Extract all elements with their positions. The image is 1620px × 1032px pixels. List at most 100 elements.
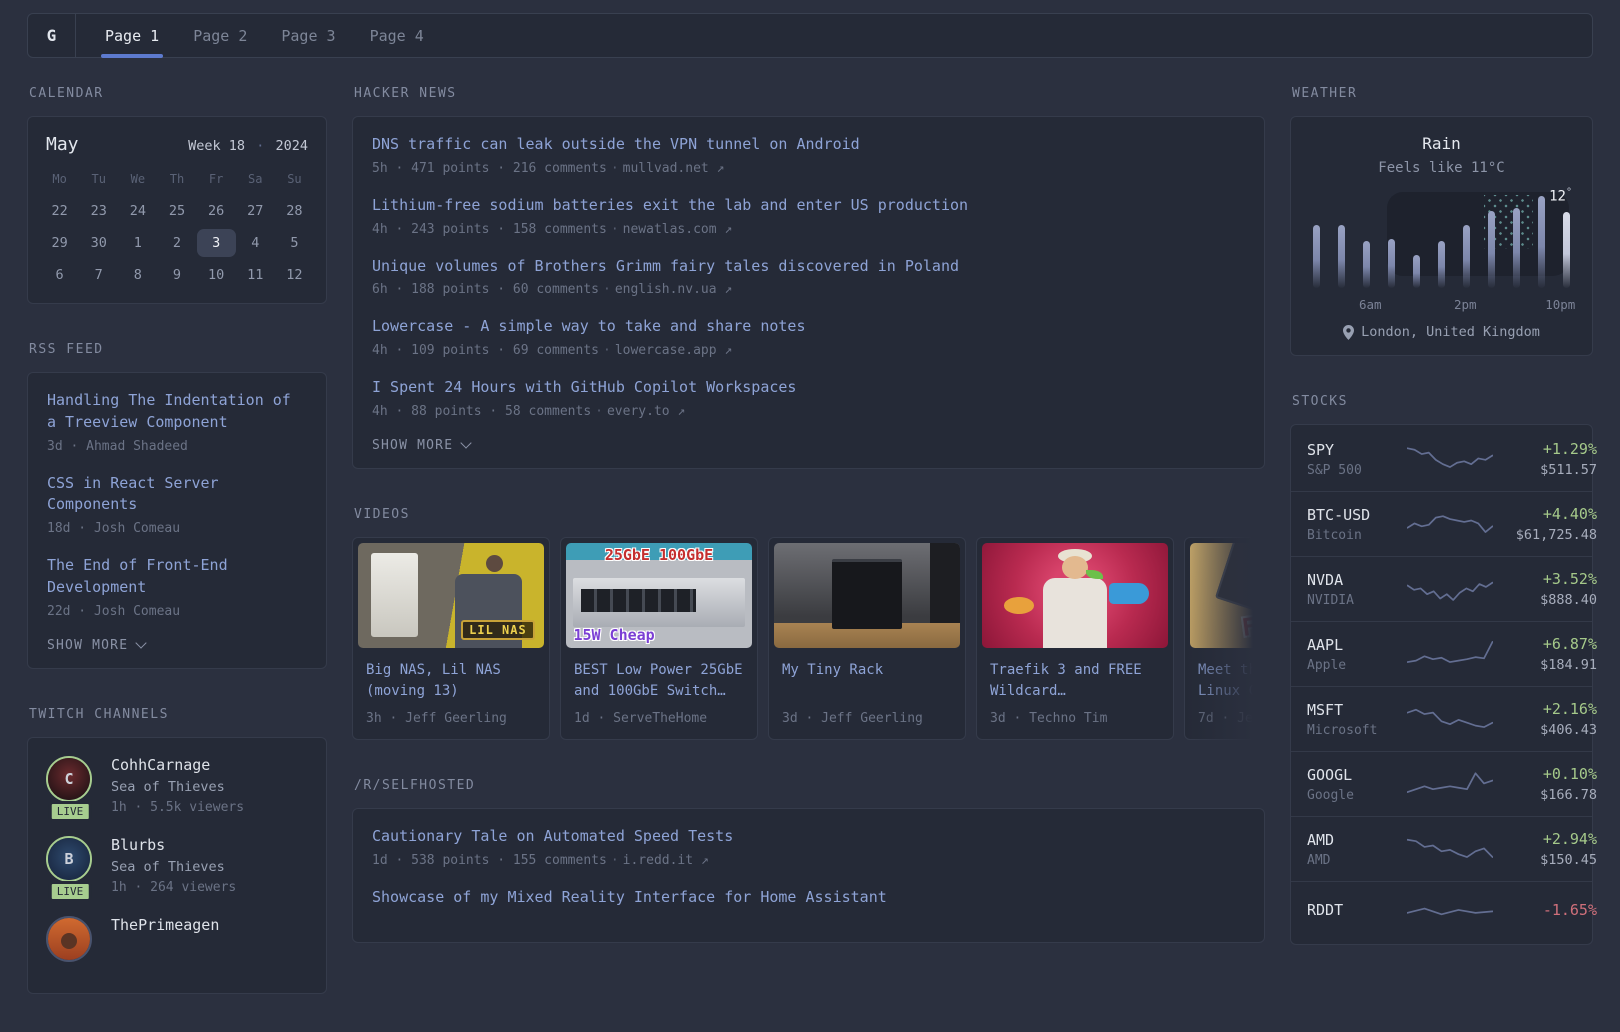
weather-bar <box>1488 210 1495 288</box>
twitch-viewers: 1h · 264 viewers <box>111 879 237 895</box>
hn-item-title[interactable]: DNS traffic can leak outside the VPN tun… <box>372 134 1245 156</box>
video-thumbnail[interactable]: LIL NAS <box>358 542 544 648</box>
hn-item-source-link[interactable]: newatlas.com ↗ <box>623 222 733 237</box>
hn-item-source-link[interactable]: mullvad.net ↗ <box>623 161 725 176</box>
hn-item-title[interactable]: Unique volumes of Brothers Grimm fairy t… <box>372 256 1245 278</box>
rss-item-title[interactable]: Handling The Indentation of a Treeview C… <box>47 390 307 434</box>
thumbnail-art <box>831 558 903 629</box>
stock-row[interactable]: AAPL Apple +6.87% $184.91 <box>1291 621 1597 686</box>
hn-item-source-link[interactable]: every.to ↗ <box>607 404 685 419</box>
video-card: LIL NAS Big NAS, Lil NAS (moving 13) 3h ·… <box>352 536 550 740</box>
tab-page-3[interactable]: Page 3 <box>264 14 352 57</box>
stock-sparkline <box>1407 572 1493 606</box>
avatar-art: C <box>48 757 90 800</box>
hn-item: Lowercase - A simple way to take and sha… <box>372 316 1245 358</box>
weather-hour-label: 2pm <box>1453 297 1477 312</box>
thumbnail-caption: LIL NAS <box>461 620 535 641</box>
stock-change: +4.40% <box>1542 505 1597 523</box>
video-thumbnail[interactable]: 25GbE 100GbE 15W Cheap <box>566 542 752 648</box>
reddit-item-title[interactable]: Showcase of my Mixed Reality Interface f… <box>372 887 1245 909</box>
twitch-channel-name[interactable]: Blurbs <box>111 836 236 854</box>
rss-show-more-button[interactable]: SHOW MORE <box>47 637 307 653</box>
videos-widget: VIDEOS LIL NAS Big NAS, Lil NAS (moving 1… <box>352 507 1265 740</box>
rss-item-meta: 18d · Josh Comeau <box>47 521 181 536</box>
twitch-widget: TWITCH CHANNELS C LIVE CohhCarnage Sea o… <box>27 707 327 994</box>
stock-row[interactable]: SPY S&P 500 +1.29% $511.57 <box>1291 427 1597 491</box>
weather-hour-label: 10pm <box>1545 297 1576 312</box>
stock-row[interactable]: MSFT Microsoft +2.16% $406.43 <box>1291 686 1597 751</box>
video-title[interactable]: My Tiny Rack <box>782 660 952 681</box>
hn-item-source-link[interactable]: lowercase.app ↗ <box>615 343 732 358</box>
twitch-channel-name[interactable]: ThePrimeagen <box>111 916 219 934</box>
stock-price: $150.45 <box>1540 852 1597 868</box>
video-title[interactable]: BEST Low Power 25GbE and 100GbE Switch… <box>574 660 744 702</box>
video-title[interactable]: Big NAS, Lil NAS (moving 13) <box>366 660 536 702</box>
calendar-day: 7 <box>94 267 103 283</box>
rss-item-title[interactable]: CSS in React Server Components <box>47 473 307 517</box>
twitch-avatar[interactable]: B <box>46 835 92 882</box>
stock-price: $511.57 <box>1540 462 1597 478</box>
calendar-day-header: Fr <box>208 172 224 186</box>
twitch-avatar[interactable] <box>46 915 92 962</box>
tab-page-1[interactable]: Page 1 <box>88 14 176 58</box>
stock-row[interactable]: RDDT -1.65% <box>1291 881 1597 942</box>
twitch-avatar[interactable]: C <box>46 755 92 802</box>
stock-row[interactable]: BTC-USD Bitcoin +4.40% $61,725.48 <box>1291 491 1597 556</box>
calendar-day: 2 <box>172 235 182 251</box>
reddit-item-source-link[interactable]: i.redd.it ↗ <box>623 853 709 868</box>
calendar-week-info: Week 18 · 2024 <box>188 138 308 154</box>
hn-item-title[interactable]: Lowercase - A simple way to take and sha… <box>372 316 1245 338</box>
weather-section-title: WEATHER <box>1292 86 1358 101</box>
twitch-channel-name[interactable]: CohhCarnage <box>111 756 244 774</box>
stock-sparkline <box>1407 507 1493 541</box>
hn-item-title[interactable]: I Spent 24 Hours with GitHub Copilot Wor… <box>372 377 1245 399</box>
chevron-down-icon <box>135 637 147 649</box>
calendar-day: 1 <box>133 235 142 251</box>
rss-item-title[interactable]: The End of Front-End Development <box>47 555 307 599</box>
weather-bar <box>1413 254 1420 288</box>
weather-location: London, United Kingdom <box>1309 324 1574 340</box>
stock-change: -1.65% <box>1542 901 1597 919</box>
calendar-day-header: Su <box>287 172 302 186</box>
app-logo[interactable]: G <box>28 14 76 57</box>
hn-item: DNS traffic can leak outside the VPN tun… <box>372 134 1245 176</box>
stock-change: +0.10% <box>1542 765 1597 783</box>
dashboard-page: G Page 1 Page 2 Page 3 Page 4 CALENDAR M… <box>0 0 1620 1032</box>
calendar-grid: Mo Tu We Th Fr Sa Su 22 23 24 25 26 27 28 29 30 1 2 3 4 5 6 7 8… <box>28 157 326 303</box>
hn-item: Lithium-free sodium batteries exit the l… <box>372 195 1245 237</box>
reddit-item-title[interactable]: Cautionary Tale on Automated Speed Tests <box>372 826 1245 848</box>
page-tabs: Page 1 Page 2 Page 3 Page 4 <box>76 14 453 58</box>
stock-row[interactable]: AMD AMD +2.94% $150.45 <box>1291 816 1597 881</box>
stock-name: Microsoft <box>1307 722 1378 738</box>
twitch-channel-row: C LIVE CohhCarnage Sea of Thieves 1h · 5… <box>46 755 308 822</box>
top-navigation: G Page 1 Page 2 Page 3 Page 4 <box>27 13 1593 58</box>
video-title[interactable]: Meet theLinux Clu <box>1198 660 1265 702</box>
hn-item-source-link[interactable]: english.nv.ua ↗ <box>615 282 732 297</box>
stock-price: $406.43 <box>1540 722 1597 738</box>
calendar-section-title: CALENDAR <box>29 86 104 101</box>
tab-page-2[interactable]: Page 2 <box>176 14 264 57</box>
weather-widget: WEATHER Rain Feels like 11°C 12° 6am 2pm… <box>1290 86 1593 356</box>
stocks-list: SPY S&P 500 +1.29% $511.57 BTC-USD Bitcoin … <box>1290 424 1597 945</box>
twitch-section-title: TWITCH CHANNELS <box>29 706 169 722</box>
stock-change: +6.87% <box>1542 635 1597 653</box>
thumbnail-art <box>1043 578 1107 648</box>
weather-feels-like: Feels like 11°C <box>1378 160 1505 176</box>
calendar-day: 11 <box>247 267 264 283</box>
thumbnail-art <box>1108 582 1150 604</box>
rss-item-meta: 3d · Ahmad Shadeed <box>47 438 188 454</box>
stock-row[interactable]: GOOGL Google +0.10% $166.78 <box>1291 751 1597 816</box>
video-thumbnail[interactable]: FAS <box>1190 542 1265 648</box>
hn-item-title[interactable]: Lithium-free sodium batteries exit the l… <box>372 195 1245 217</box>
weather-hourly-chart: 12° 6am 2pm 10pm <box>1311 187 1576 312</box>
video-thumbnail[interactable] <box>982 542 1168 648</box>
video-thumbnail[interactable] <box>774 542 960 648</box>
video-title[interactable]: Traefik 3 and FREE Wildcard… <box>990 660 1160 702</box>
calendar-day: 5 <box>290 235 299 251</box>
twitch-channel-row: B LIVE Blurbs Sea of Thieves 1h · 264 vi… <box>46 835 308 902</box>
stock-row[interactable]: NVDA NVIDIA +3.52% $888.40 <box>1291 556 1597 621</box>
stock-ticker: NVDA <box>1307 570 1344 589</box>
hn-show-more-button[interactable]: SHOW MORE <box>372 437 1245 453</box>
tab-page-4[interactable]: Page 4 <box>353 14 441 57</box>
stocks-section-title: STOCKS <box>1292 394 1348 409</box>
